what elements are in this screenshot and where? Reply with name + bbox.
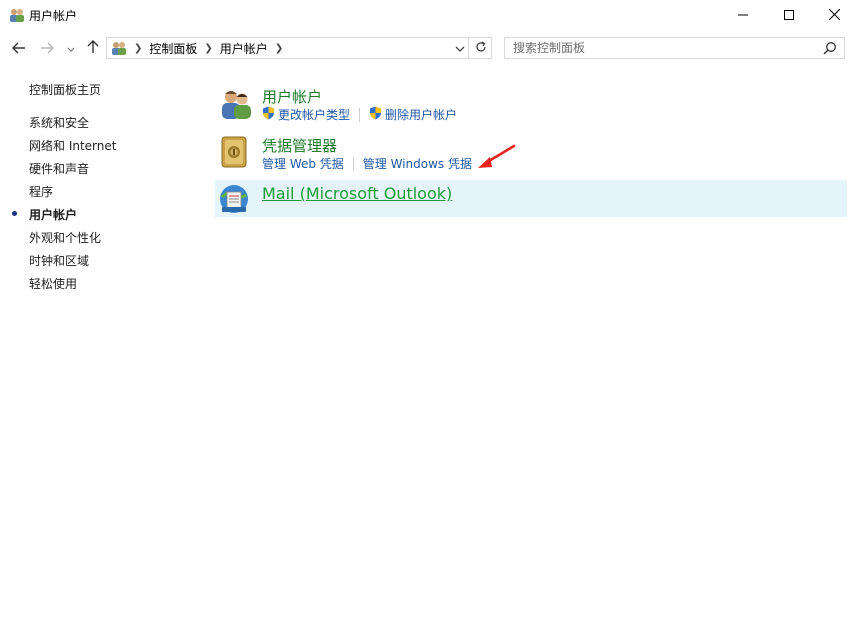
search-input[interactable] (513, 40, 813, 56)
back-button[interactable] (10, 39, 28, 59)
search-box[interactable] (504, 37, 845, 59)
mail-icon (218, 183, 250, 218)
up-button[interactable] (84, 38, 102, 58)
category-links-credential-manager: 管理 Web 凭据 管理 Windows 凭据 (262, 155, 472, 172)
manage-windows-credentials-link[interactable]: 管理 Windows 凭据 (363, 155, 472, 172)
sidebar-item-control-panel-home[interactable]: 控制面板主页 (29, 81, 101, 98)
credential-manager-icon (221, 136, 247, 171)
sidebar-item-appearance[interactable]: 外观和个性化 (29, 229, 101, 246)
link-divider (352, 156, 354, 171)
back-arrow-icon (12, 42, 26, 57)
recent-locations-button[interactable] (64, 39, 78, 59)
sidebar-item-programs[interactable]: 程序 (29, 183, 53, 200)
sidebar-item-network-internet[interactable]: 网络和 Internet (29, 137, 116, 154)
category-title-mail[interactable]: Mail (Microsoft Outlook) (262, 184, 452, 203)
user-accounts-icon (9, 8, 25, 22)
breadcrumb-user-accounts[interactable]: 用户帐户 (220, 40, 268, 57)
sidebar-item-user-accounts: 用户帐户 (29, 208, 78, 222)
minimize-button[interactable] (720, 0, 766, 31)
chevron-down-icon (67, 42, 75, 56)
window-title: 用户帐户 (29, 9, 78, 23)
uac-shield-icon (262, 106, 275, 123)
category-title-credential-manager[interactable]: 凭据管理器 (262, 135, 337, 156)
minimize-icon (738, 9, 748, 23)
refresh-icon (475, 40, 487, 56)
sidebar-item-hardware-sound[interactable]: 硬件和声音 (29, 160, 89, 177)
link-divider (359, 107, 361, 122)
active-item-bullet (12, 211, 17, 216)
chevron-right-icon[interactable]: ❯ (134, 43, 142, 54)
close-button[interactable] (811, 0, 857, 31)
change-account-type-label: 更改帐户类型 (278, 108, 351, 122)
close-icon (828, 8, 840, 23)
refresh-button[interactable] (470, 37, 492, 59)
user-accounts-icon (219, 88, 253, 123)
delete-user-account-link[interactable]: 删除用户帐户 (369, 106, 457, 123)
maximize-icon (784, 9, 794, 23)
breadcrumb-control-panel[interactable]: 控制面板 (149, 40, 197, 57)
address-bar[interactable]: ❯ 控制面板 ❯ 用户帐户 ❯ (106, 37, 469, 59)
chevron-down-icon (455, 41, 465, 55)
category-user-accounts: 用户帐户 更改帐户类型 删除用户帐户 (215, 84, 847, 124)
forward-arrow-icon (40, 42, 54, 57)
category-credential-manager: 凭据管理器 管理 Web 凭据 管理 Windows 凭据 (215, 133, 847, 173)
sidebar-item-system-security[interactable]: 系统和安全 (29, 114, 89, 131)
sidebar-item-clock-region[interactable]: 时钟和区域 (29, 252, 89, 269)
annotation-arrow-icon (476, 144, 516, 173)
user-accounts-icon (111, 41, 127, 55)
maximize-button[interactable] (766, 0, 812, 31)
forward-button[interactable] (38, 39, 56, 59)
category-mail[interactable]: Mail (Microsoft Outlook) (215, 180, 847, 217)
category-title-user-accounts[interactable]: 用户帐户 (262, 86, 322, 107)
title-bar: 用户帐户 (0, 0, 857, 31)
change-account-type-link[interactable]: 更改帐户类型 (262, 106, 350, 123)
search-icon[interactable] (823, 41, 837, 58)
address-dropdown-button[interactable] (451, 38, 469, 58)
chevron-right-icon[interactable]: ❯ (275, 43, 283, 54)
manage-web-credentials-link[interactable]: 管理 Web 凭据 (262, 155, 344, 172)
sidebar-item-ease-of-access[interactable]: 轻松使用 (29, 275, 77, 292)
up-arrow-icon (87, 39, 99, 57)
delete-user-account-label: 删除用户帐户 (385, 108, 458, 122)
category-links-user-accounts: 更改帐户类型 删除用户帐户 (262, 106, 457, 123)
chevron-right-icon[interactable]: ❯ (204, 43, 212, 54)
uac-shield-icon (369, 106, 382, 123)
